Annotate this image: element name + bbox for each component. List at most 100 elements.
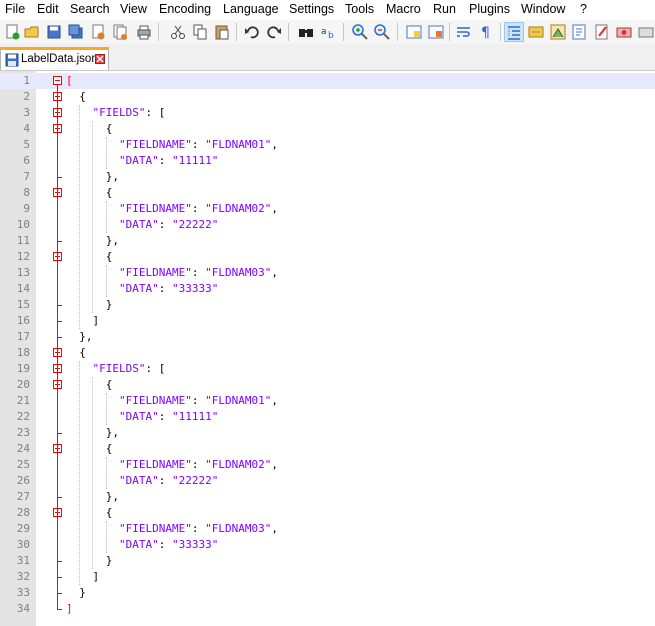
code-text: "DATA": "33333" <box>118 282 219 295</box>
menu-settings[interactable]: Settings <box>289 2 334 16</box>
menu-edit[interactable]: Edit <box>37 2 59 16</box>
line-number: 29 <box>16 522 30 535</box>
cut-icon[interactable] <box>169 23 187 41</box>
menu-run[interactable]: Run <box>433 2 456 16</box>
code-line[interactable]: 7 }, <box>0 169 655 185</box>
fold-toggle-icon[interactable] <box>53 76 62 85</box>
sync-vertical-icon[interactable] <box>405 23 423 41</box>
sync-horizontal-icon[interactable] <box>427 23 445 41</box>
undo-icon[interactable] <box>243 23 261 41</box>
line-number: 8 <box>23 186 30 199</box>
menu-view[interactable]: View <box>120 2 147 16</box>
fold-end-marker <box>57 561 62 562</box>
close-all-icon[interactable] <box>111 23 129 41</box>
menu-plugins[interactable]: Plugins <box>469 2 510 16</box>
line-number: 19 <box>16 362 30 375</box>
open-file-icon[interactable] <box>23 23 41 41</box>
menu-macro[interactable]: Macro <box>386 2 421 16</box>
code-line[interactable]: 34] <box>0 601 655 617</box>
code-line[interactable]: 22 "DATA": "11111" <box>0 409 655 425</box>
line-number: 24 <box>16 442 30 455</box>
line-number: 20 <box>16 378 30 391</box>
code-text: "DATA": "33333" <box>118 538 219 551</box>
copy-icon[interactable] <box>191 23 209 41</box>
indent-guide <box>105 265 107 297</box>
toolbar-separator <box>236 23 237 41</box>
menu-encoding[interactable]: Encoding <box>159 2 211 16</box>
code-text: "FIELDNAME": "FLDNAM02", <box>118 202 278 215</box>
line-number: 5 <box>23 138 30 151</box>
menu-bar: File Edit Search View Encoding Language Settin… <box>0 0 655 20</box>
code-line[interactable]: 8 { <box>0 185 655 201</box>
replace-icon[interactable]: ab <box>319 23 337 41</box>
code-line[interactable]: 30 "DATA": "33333" <box>0 537 655 553</box>
code-line[interactable]: 2 { <box>0 89 655 105</box>
zoom-out-icon[interactable] <box>373 23 391 41</box>
menu-language[interactable]: Language <box>223 2 279 16</box>
code-line[interactable]: 27 }, <box>0 489 655 505</box>
menu-help[interactable]: ? <box>580 2 587 16</box>
code-text: ] <box>66 602 73 615</box>
show-all-characters-icon[interactable]: ¶ <box>477 23 495 41</box>
redo-icon[interactable] <box>265 23 283 41</box>
code-line[interactable]: 18 { <box>0 345 655 361</box>
line-number: 27 <box>16 490 30 503</box>
code-line[interactable]: 26 "DATA": "22222" <box>0 473 655 489</box>
save-all-icon[interactable] <box>67 23 85 41</box>
user-defined-language-icon[interactable] <box>527 23 545 41</box>
code-line[interactable]: 6 "DATA": "11111" <box>0 153 655 169</box>
macro-stop-icon[interactable] <box>637 23 655 41</box>
document-map-icon[interactable] <box>549 23 567 41</box>
indent-guide <box>92 377 94 569</box>
menu-search[interactable]: Search <box>70 2 110 16</box>
code-line[interactable]: 12 { <box>0 249 655 265</box>
code-line[interactable]: 28 { <box>0 505 655 521</box>
code-line[interactable]: 9 "FIELDNAME": "FLDNAM02", <box>0 201 655 217</box>
code-line[interactable]: 25 "FIELDNAME": "FLDNAM02", <box>0 457 655 473</box>
print-icon[interactable] <box>135 23 153 41</box>
fold-end-marker <box>57 321 62 322</box>
tab-labeldata-json[interactable]: LabelData.json <box>0 47 109 70</box>
code-line[interactable]: 10 "DATA": "22222" <box>0 217 655 233</box>
word-wrap-icon[interactable] <box>455 23 473 41</box>
code-text: } <box>105 554 113 567</box>
code-line[interactable]: 19 "FIELDS": [ <box>0 361 655 377</box>
menu-tools[interactable]: Tools <box>345 2 374 16</box>
editor[interactable]: 1[2 {3 "FIELDS": [4 {5 "FIELDNAME": "FLD… <box>0 71 655 626</box>
function-list-icon[interactable] <box>571 23 589 41</box>
folder-as-workspace-icon[interactable] <box>593 23 611 41</box>
code-line[interactable]: 24 { <box>0 441 655 457</box>
code-line[interactable]: 15 } <box>0 297 655 313</box>
close-icon[interactable] <box>89 23 107 41</box>
new-file-icon[interactable] <box>3 23 21 41</box>
code-line[interactable]: 1[ <box>0 73 655 89</box>
code-line[interactable]: 13 "FIELDNAME": "FLDNAM03", <box>0 265 655 281</box>
code-line[interactable]: 29 "FIELDNAME": "FLDNAM03", <box>0 521 655 537</box>
macro-record-icon[interactable] <box>615 23 633 41</box>
code-text: "FIELDNAME": "FLDNAM02", <box>118 458 278 471</box>
save-icon[interactable] <box>45 23 63 41</box>
code-line[interactable]: 16 ] <box>0 313 655 329</box>
indent-guide-icon[interactable] <box>504 22 524 42</box>
find-icon[interactable] <box>297 23 315 41</box>
code-line[interactable]: 20 { <box>0 377 655 393</box>
menu-file[interactable]: File <box>5 2 25 16</box>
zoom-in-icon[interactable] <box>351 23 369 41</box>
code-line[interactable]: 3 "FIELDS": [ <box>0 105 655 121</box>
code-text: }, <box>79 330 93 343</box>
code-line[interactable]: 21 "FIELDNAME": "FLDNAM01", <box>0 393 655 409</box>
line-number: 34 <box>16 602 30 615</box>
code-line[interactable]: 32 ] <box>0 569 655 585</box>
paste-icon[interactable] <box>213 23 231 41</box>
code-line[interactable]: 31 } <box>0 553 655 569</box>
menu-window[interactable]: Window <box>521 2 565 16</box>
tab-close-icon[interactable] <box>95 54 105 64</box>
code-line[interactable]: 23 }, <box>0 425 655 441</box>
code-line[interactable]: 33 } <box>0 585 655 601</box>
code-line[interactable]: 17 }, <box>0 329 655 345</box>
code-text: ] <box>92 314 100 327</box>
code-line[interactable]: 5 "FIELDNAME": "FLDNAM01", <box>0 137 655 153</box>
code-line[interactable]: 14 "DATA": "33333" <box>0 281 655 297</box>
code-line[interactable]: 4 { <box>0 121 655 137</box>
code-line[interactable]: 11 }, <box>0 233 655 249</box>
